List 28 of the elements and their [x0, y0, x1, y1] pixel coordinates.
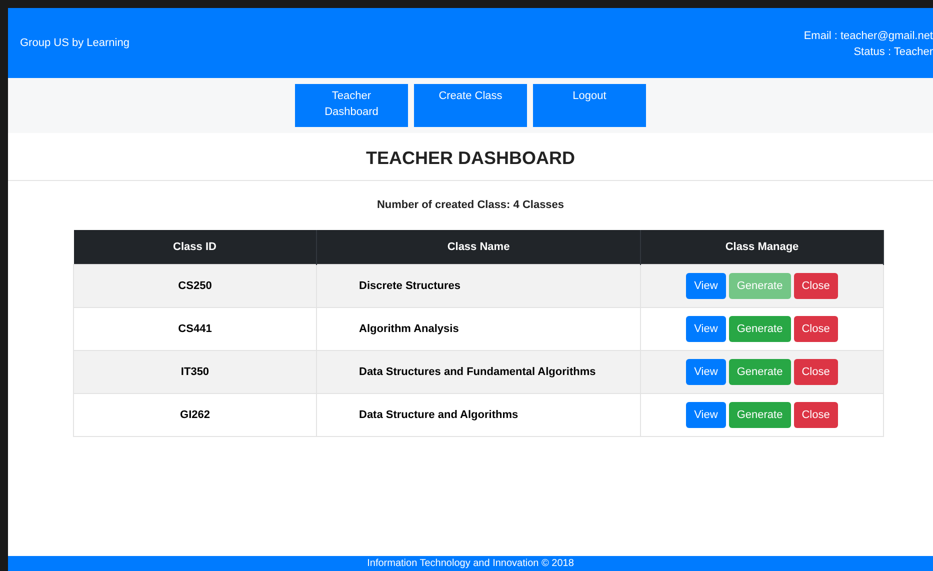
table-cell: Data Structure and Algorithms: [316, 394, 640, 436]
nav-button[interactable]: Teacher Dashboard: [295, 84, 408, 127]
view-button[interactable]: View: [686, 402, 726, 428]
table-cell: GI262: [74, 394, 316, 436]
footer-text: Information Technology and Innovation © 2018: [367, 558, 574, 570]
view-button[interactable]: View: [686, 359, 726, 385]
table-cell: Algorithm Analysis: [316, 308, 640, 350]
close-button[interactable]: Close: [794, 402, 838, 428]
status-text: Status : Teacher: [854, 45, 933, 60]
table-cell: CS441: [74, 308, 316, 350]
generate-button[interactable]: Generate: [728, 359, 791, 385]
generate-button[interactable]: Generate: [728, 402, 791, 428]
brand-text: Group US by Learning: [20, 36, 130, 51]
close-button[interactable]: Close: [794, 359, 838, 385]
table-cell: IT350: [74, 350, 316, 394]
table-cell: Data Structures and Fundamental Algorithms: [316, 350, 640, 394]
view-button[interactable]: View: [686, 273, 726, 299]
email-text: Email : teacher@gmail.net: [804, 29, 933, 44]
view-button[interactable]: View: [686, 316, 726, 342]
table-cell: Discrete Structures: [316, 264, 640, 308]
class-count-text: Number of created Class: 4 Classes: [376, 198, 564, 213]
nav-button[interactable]: Create Class: [414, 84, 527, 127]
close-button[interactable]: Close: [794, 273, 838, 299]
table-cell: CS250: [74, 264, 316, 308]
nav-button[interactable]: Logout: [533, 84, 646, 127]
page-title: TEACHER DASHBOARD: [366, 147, 575, 170]
close-button[interactable]: Close: [794, 316, 838, 342]
generate-button[interactable]: Generate: [728, 316, 791, 342]
